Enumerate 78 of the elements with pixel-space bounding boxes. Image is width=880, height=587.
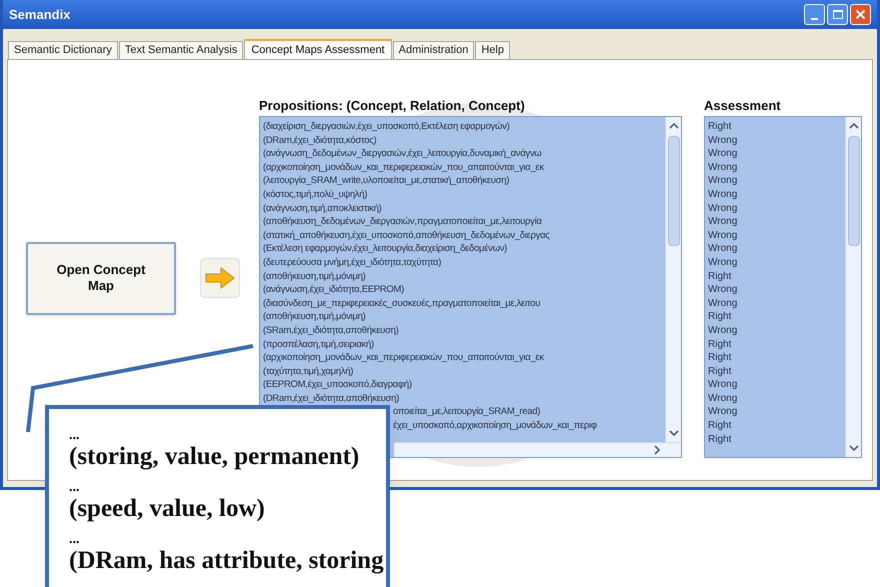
close-icon [855,9,866,20]
assessment-item[interactable]: Right [708,364,845,378]
assessment-item[interactable]: Wrong [708,405,845,420]
assessment-item[interactable]: Wrong [708,392,845,406]
open-concept-map-button[interactable]: Open Concept Map [26,242,176,314]
tab[interactable]: Text Semantic Analysis [118,41,244,59]
tab[interactable]: Administration [392,41,474,59]
callout-text: (speed, value, low) [69,495,266,523]
assessment-item[interactable]: Wrong [708,174,845,188]
assessment-item[interactable]: Wrong [708,160,845,174]
assessment-item[interactable]: Wrong [708,188,845,202]
scroll-up-icon[interactable] [668,122,678,130]
assessment-item[interactable]: Right [708,419,845,433]
proposition-item[interactable]: (κόστος,τιμή,πολύ_υψηλή) [263,188,368,202]
window-title: Semandix [9,6,70,24]
tab[interactable]: Help [475,41,510,59]
proposition-item[interactable]: (EEPROM,έχει_υποσκοπό,διαγραφή) [263,378,412,392]
proposition-item[interactable]: έχει_υποσκοπό,αρχικοποίηση_μονάδων_και_περιφ [393,419,597,433]
assessment-item[interactable]: Wrong [708,147,845,161]
proposition-item[interactable]: (αποθήκευση_δεδομένων_διεργασιών,πραγματοποιείται_με,λειτουργία [263,215,542,229]
proposition-item[interactable]: (αποθήκευση,τιμή,μόνιμη) [263,310,366,324]
proposition-item[interactable]: (SRam,έχει_ιδιότητα,αποθήκευση) [263,324,398,338]
assessment-item[interactable]: Wrong [708,242,845,256]
proposition-item[interactable]: (ταχύτητα,τιμή,χαμηλή) [263,364,354,378]
proposition-item[interactable]: (αρχικοποίηση_μονάδων_και_περιφερειακών_που_απαιτούνται_για_εκ [263,160,544,174]
proposition-item[interactable]: (διασύνδεση_με_περιφερειακές_συσκευές,πραγματοποιείται_με,λειτου [263,296,540,310]
proposition-item[interactable]: (διαχείριση_διεργασιών,έχει_υποσκοπό,Εκτέλεση εφαρμογών) [263,120,510,134]
scroll-right-icon[interactable] [653,445,661,455]
vertical-scrollbar[interactable] [845,117,861,457]
proposition-item[interactable]: (DRam,έχει_ιδιότητα,κόστος) [263,134,376,148]
callout-text: ... [69,533,80,547]
assessment-item[interactable]: Right [708,270,845,284]
assessment-item[interactable]: Wrong [708,134,845,148]
proposition-item[interactable]: (ανάγνωση,τιμή,αποκλειστική) [263,202,382,216]
tab[interactable]: Concept Maps Assessment [244,39,392,59]
proposition-item[interactable]: (λειτουργία_SRAM_write,υλοποιείται_με,στατική_αποθήκευση) [263,174,510,188]
propositions-header: Propositions: (Concept, Relation, Concept) [259,97,526,115]
arrow-button[interactable] [200,258,240,298]
arrow-right-icon [205,267,235,289]
maximize-button[interactable] [827,4,848,25]
proposition-item[interactable]: (DRam,έχει_ιδιότητα,αποθήκευση) [263,392,399,406]
assessment-item[interactable]: Wrong [708,256,845,270]
scroll-down-icon[interactable] [668,429,678,437]
assessment-item[interactable]: Wrong [708,378,845,392]
proposition-item[interactable]: (προσπέλαση,τιμή,σειριακή) [263,338,374,352]
horizontal-scrollbar[interactable] [394,442,681,457]
minimize-button[interactable] [804,4,825,25]
close-button[interactable] [850,4,871,25]
proposition-item[interactable]: (αρχικοποίηση_μονάδων_και_περιφερειακών_που_απαιτούνται_για_εκ [263,351,544,365]
callout-text: (DRam, has attribute, storing [69,547,385,575]
assessment-item[interactable]: Wrong [708,296,845,310]
assessment-item[interactable]: Right [708,351,845,365]
assessment-item[interactable]: Right [708,310,845,324]
assessment-item[interactable]: Wrong [708,283,845,297]
scroll-thumb[interactable] [848,136,860,246]
scroll-down-icon[interactable] [848,444,858,452]
assessment-item[interactable]: Wrong [708,215,845,229]
scroll-up-icon[interactable] [848,122,858,130]
callout-text: ... [69,429,80,443]
proposition-item[interactable]: οποιείται_με,λειτουργία_SRAM_read) [393,405,540,420]
assessment-header: Assessment [704,97,782,115]
vertical-scrollbar[interactable] [665,117,681,442]
assessment-item[interactable]: Wrong [708,228,845,242]
proposition-item[interactable]: (δευτερεύουσα μνήμη,έχει_ιδιότητα,ταχύτητα) [263,256,442,270]
callout-text: ... [69,481,80,495]
proposition-item[interactable]: (αποθήκευση,τιμή,μόνιμη) [263,270,366,284]
proposition-item[interactable]: (Εκτέλεση εφαρμογών,έχει_λειτουργία,διαχείριση_δεδομένων) [263,242,508,256]
callout-text: (storing, value, permanent) [69,443,360,471]
assessment-item[interactable]: Wrong [708,324,845,338]
assessment-item[interactable]: Right [708,338,845,352]
assessment-item[interactable]: Right [708,120,845,134]
assessment-item[interactable]: Wrong [708,202,845,216]
tab[interactable]: Semantic Dictionary [8,41,118,59]
assessment-item[interactable]: Right [708,432,845,446]
proposition-item[interactable]: (ανάγνωση,έχει_ιδιότητα,EEPROM) [263,283,404,297]
scroll-thumb[interactable] [668,136,680,246]
proposition-item[interactable]: (ανάγνωση_δεδομένων_διεργασιών,έχει_λειτουργία,δυναμική_ανάγνω [263,147,542,161]
proposition-item[interactable]: (στατική_αποθήκευση,έχει_υποσκοπό,αποθήκευση_δεδομένων_διεργας [263,228,550,242]
